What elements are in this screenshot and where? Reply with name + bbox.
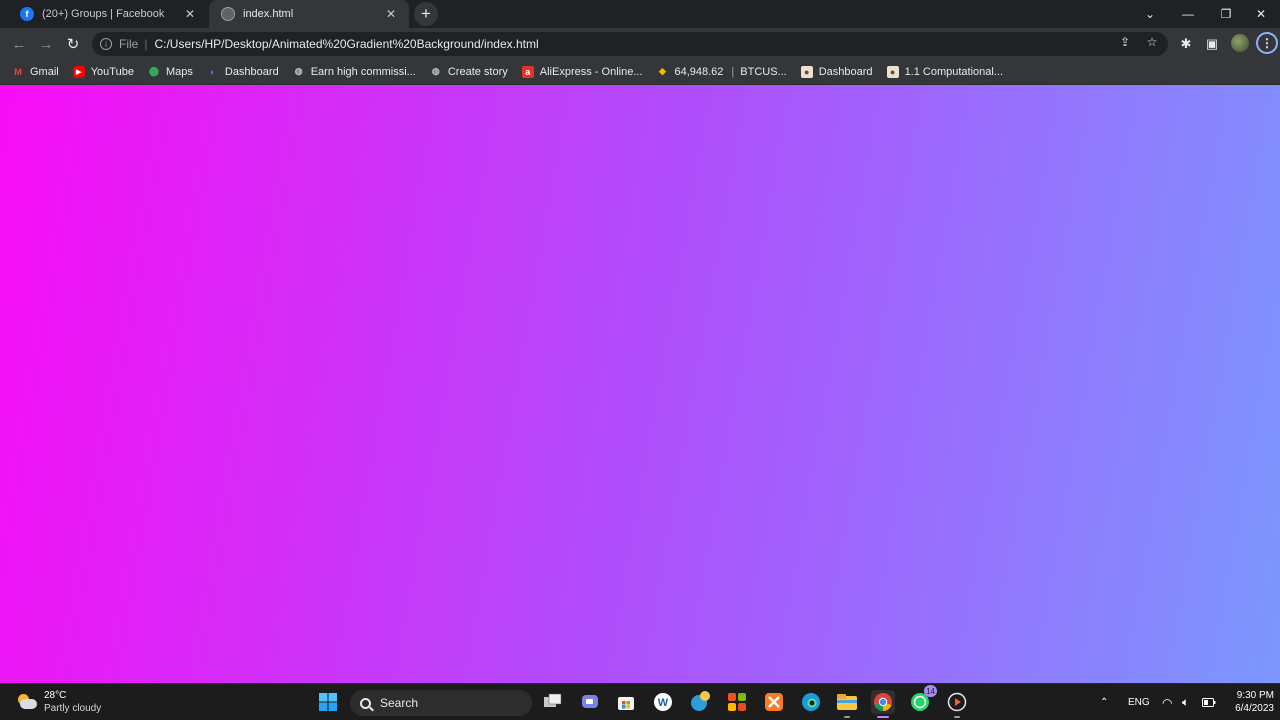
taskbar-search-box[interactable]: Search <box>350 690 532 716</box>
bookmark-aliexpress[interactable]: a AliExpress - Online... <box>521 65 643 78</box>
windows-logo-icon <box>319 693 337 711</box>
minimize-button[interactable]: — <box>1169 0 1207 28</box>
dashboard-icon: ◐ <box>210 66 216 77</box>
windows-taskbar: 28°C Partly cloudy Search W 14 ⌃ ENG ◠ 🔈… <box>0 683 1280 720</box>
bookmark-label: Maps <box>165 65 193 78</box>
battery-icon[interactable] <box>1202 684 1216 720</box>
weather-temperature: 28°C <box>44 690 67 701</box>
maps-icon: ⬤ <box>148 66 159 76</box>
weather-widget[interactable]: 28°C Partly cloudy <box>16 689 101 715</box>
running-indicator <box>877 716 889 718</box>
bookmark-btc-price[interactable]: ◆ 64,948.62 | BTCUS... <box>656 65 787 78</box>
new-tab-button[interactable]: + <box>414 2 438 26</box>
partly-cloudy-icon <box>16 693 38 711</box>
bookmark-computational[interactable]: ● 1.1 Computational... <box>886 65 1004 78</box>
globe-icon <box>221 7 235 21</box>
close-tab-icon[interactable]: ✕ <box>383 6 399 22</box>
bookmark-label: Gmail <box>30 65 59 78</box>
running-indicator <box>954 716 960 718</box>
chrome-menu-button[interactable]: ⋮ <box>1256 32 1278 54</box>
address-bar[interactable]: i File | C:/Users/HP/Desktop/Animated%20… <box>92 32 1168 56</box>
url-text[interactable]: C:/Users/HP/Desktop/Animated%20Gradient%… <box>154 37 538 51</box>
url-scheme: File <box>119 37 139 51</box>
bookmark-label-extra: BTCUS... <box>740 65 787 78</box>
profile-avatar[interactable] <box>1231 34 1249 52</box>
weather-condition: Partly cloudy <box>44 703 102 714</box>
gradient-background-page <box>0 85 1280 683</box>
media-player-icon[interactable] <box>945 690 969 718</box>
chrome-browser-icon[interactable] <box>871 690 895 718</box>
bookmark-label: YouTube <box>90 65 134 78</box>
youtube-icon: ▶ <box>72 65 85 78</box>
bookmark-dashboard-1[interactable]: ◐ Dashboard <box>207 66 279 78</box>
office-apps-icon[interactable] <box>725 690 749 714</box>
bookmarks-bar: M Gmail ▶ YouTube ⬤ Maps ◐ Dashboard ◍ E… <box>0 59 1280 85</box>
file-explorer-icon[interactable] <box>835 690 859 718</box>
bookmark-label: 1.1 Computational... <box>904 65 1004 78</box>
start-button[interactable] <box>316 690 340 714</box>
info-icon[interactable]: i <box>100 38 112 50</box>
tab-strip: f (20+) Groups | Facebook ✕ index.html ✕… <box>0 0 1280 28</box>
sticky-app-icon[interactable] <box>688 690 712 714</box>
avatar-icon: ● <box>800 65 813 78</box>
whatsapp-icon[interactable]: 14 <box>908 685 937 714</box>
avatar-icon: ● <box>886 65 899 78</box>
task-view-icon[interactable] <box>541 690 565 714</box>
forward-button[interactable]: → <box>33 31 59 57</box>
bookmark-create-story[interactable]: ◍ Create story <box>430 66 508 78</box>
aliexpress-icon: a <box>521 65 534 78</box>
extensions-puzzle-icon[interactable]: ✱ <box>1175 33 1197 55</box>
search-label: Search <box>380 696 419 710</box>
search-icon <box>360 697 371 709</box>
back-button[interactable]: ← <box>6 31 32 57</box>
edge-browser-icon[interactable] <box>799 690 823 714</box>
input-language[interactable]: ENG <box>1128 684 1150 720</box>
restore-button[interactable]: ❐ <box>1207 0 1245 28</box>
wifi-icon[interactable]: ◠ <box>1162 684 1172 720</box>
bookmark-gmail[interactable]: M Gmail <box>12 65 59 78</box>
running-indicator <box>844 716 850 718</box>
bookmark-maps[interactable]: ⬤ Maps <box>148 66 193 78</box>
facebook-icon: f <box>20 7 34 21</box>
teams-chat-icon[interactable] <box>578 690 602 714</box>
bookmark-label: Dashboard <box>224 65 279 78</box>
bookmark-youtube[interactable]: ▶ YouTube <box>72 65 134 78</box>
notification-badge: 14 <box>924 685 937 697</box>
bookmark-star-icon[interactable]: ☆ <box>1142 32 1162 52</box>
tab-title: (20+) Groups | Facebook <box>42 8 165 20</box>
tab-title: index.html <box>243 8 294 20</box>
reload-button[interactable]: ↻ <box>60 31 86 57</box>
close-window-button[interactable]: ✕ <box>1242 0 1280 28</box>
tab-facebook-groups[interactable]: f (20+) Groups | Facebook ✕ <box>8 0 208 28</box>
volume-icon[interactable]: 🔈︎ <box>1182 684 1189 720</box>
bookmark-label: Create story <box>447 65 508 78</box>
system-clock[interactable]: 9:30 PM 6/4/2023 <box>1226 689 1274 715</box>
microsoft-store-icon[interactable] <box>614 690 638 714</box>
globe-icon: ◍ <box>294 66 303 76</box>
svg-text:W: W <box>658 697 669 709</box>
xampp-icon[interactable] <box>762 690 786 714</box>
binance-icon: ◆ <box>659 66 666 76</box>
url-separator: | <box>144 37 148 51</box>
bookmark-label: AliExpress - Online... <box>539 65 643 78</box>
side-panel-icon[interactable]: ▣ <box>1201 33 1223 55</box>
share-icon[interactable]: ⇪ <box>1115 32 1135 52</box>
wps-writer-icon[interactable]: W <box>651 690 675 714</box>
bookmark-label: Dashboard <box>818 65 873 78</box>
bookmark-divider: | <box>731 65 735 78</box>
bookmark-earn-high-commission[interactable]: ◍ Earn high commissi... <box>293 66 416 78</box>
close-tab-icon[interactable]: ✕ <box>182 6 198 22</box>
tab-search-chevron-icon[interactable]: ⌄ <box>1131 0 1169 28</box>
globe-icon: ◍ <box>431 66 440 76</box>
bookmark-label: 64,948.62 <box>674 65 724 78</box>
clock-date: 6/4/2023 <box>1235 703 1274 714</box>
clock-time: 9:30 PM <box>1236 690 1274 701</box>
tab-index-html[interactable]: index.html ✕ <box>209 0 409 28</box>
gmail-icon: M <box>14 66 22 77</box>
bookmark-label: Earn high commissi... <box>310 65 416 78</box>
show-hidden-icons-chevron[interactable]: ⌃ <box>1100 684 1108 720</box>
browser-toolbar: ← → ↻ i File | C:/Users/HP/Desktop/Anima… <box>0 28 1280 59</box>
bookmark-dashboard-2[interactable]: ● Dashboard <box>800 65 873 78</box>
